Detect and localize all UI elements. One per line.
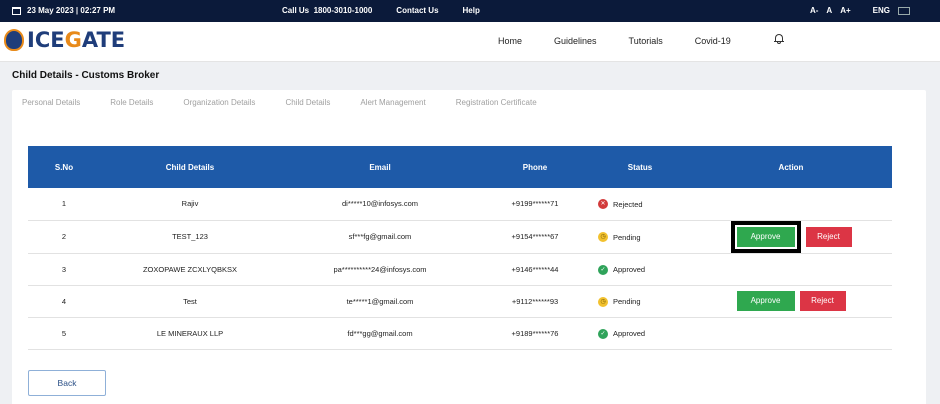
datetime-display: 23 May 2023 | 02:27 PM	[12, 6, 115, 15]
cell-child: Test	[183, 296, 197, 306]
cell-sno: 4	[61, 296, 67, 306]
status-text: Pending	[613, 297, 641, 306]
nav-covid-19[interactable]: Covid-19	[695, 36, 731, 46]
cell-action	[690, 253, 892, 285]
logo-suffix: ATE	[81, 28, 126, 52]
contrast-icon[interactable]	[898, 6, 910, 15]
main-nav: Home Guidelines Tutorials Covid-19	[498, 36, 731, 46]
back-button[interactable]: Back	[28, 370, 106, 396]
font-decrease-button[interactable]: A-	[810, 6, 818, 15]
cell-status: ◷ Pending	[590, 220, 690, 253]
clock-circle-icon: ◷	[598, 232, 608, 242]
approve-button-highlight: Approve	[730, 220, 801, 253]
step-tabs: Personal Details Role Details Organizati…	[22, 98, 537, 107]
calendar-icon	[12, 6, 21, 15]
tab-registration-certificate[interactable]: Registration Certificate	[456, 98, 537, 107]
cell-phone: +9189******76	[511, 328, 559, 338]
top-bar: 23 May 2023 | 02:27 PM Call Us 1800-3010…	[0, 0, 940, 22]
cell-action: Approve Reject	[690, 285, 892, 317]
table-row: 5 LE MINERAUX LLP fd***gg@gmail.com +918…	[28, 317, 892, 349]
icegate-logo[interactable]: ICEGATE	[4, 28, 125, 52]
nav-tutorials[interactable]: Tutorials	[629, 36, 663, 46]
cell-status: ✓ Approved	[590, 317, 690, 349]
status-text: Approved	[613, 329, 646, 338]
col-phone: Phone	[522, 162, 548, 172]
logo-prefix: ICE	[27, 28, 65, 52]
cell-phone: +9112******93	[511, 296, 559, 306]
cell-sno: 1	[61, 199, 67, 209]
tab-alert-management[interactable]: Alert Management	[360, 98, 425, 107]
cell-email: pa**********24@infosys.com	[333, 264, 427, 274]
main-header: ICEGATE Home Guidelines Tutorials Covid-…	[0, 22, 940, 62]
help-link[interactable]: Help	[463, 6, 480, 15]
nav-guidelines[interactable]: Guidelines	[554, 36, 597, 46]
cell-phone: +9199******71	[511, 199, 559, 209]
bell-icon[interactable]	[774, 32, 784, 44]
reject-button[interactable]: Reject	[799, 291, 846, 311]
approve-button[interactable]: Approve	[736, 291, 795, 311]
logo-accent: G	[64, 28, 82, 52]
check-circle-icon: ✓	[598, 264, 608, 275]
tab-child-details[interactable]: Child Details	[285, 98, 330, 107]
reject-button[interactable]: Reject	[805, 226, 852, 247]
col-action: Action	[778, 162, 804, 172]
cell-action: Approve Reject	[690, 220, 892, 253]
approve-button[interactable]: Approve	[736, 226, 795, 247]
col-status: Status	[627, 162, 653, 172]
font-increase-button[interactable]: A+	[840, 6, 850, 15]
cell-child: TEST_123	[172, 232, 208, 241]
cell-child: LE MINERAUX LLP	[156, 328, 224, 338]
cell-action	[690, 188, 892, 220]
cell-email: di*****10@infosys.com	[342, 199, 418, 209]
cell-child: Rajiv	[181, 199, 199, 209]
content-card: Personal Details Role Details Organizati…	[12, 90, 926, 404]
table-row: 3 ZOXOPAWE ZCXLYQBKSX pa**********24@inf…	[28, 253, 892, 285]
col-sno: S.No	[54, 162, 74, 172]
cell-child: ZOXOPAWE ZCXLYQBKSX	[142, 264, 238, 274]
datetime-text: 23 May 2023 | 02:27 PM	[27, 6, 116, 15]
cell-sno: 5	[61, 328, 67, 338]
cell-status: ✕ Rejected	[590, 188, 690, 220]
cell-sno: 3	[61, 264, 67, 274]
col-email: Email	[369, 162, 391, 172]
cell-email: sf***fg@gmail.com	[348, 232, 412, 241]
table-row: 2 TEST_123 sf***fg@gmail.com +9154******…	[28, 220, 892, 253]
page-title: Child Details - Customs Broker	[12, 70, 160, 81]
call-us-link[interactable]: Call Us 1800-3010-1000	[282, 6, 372, 15]
cell-phone: +9154******67	[511, 232, 559, 241]
cell-email: fd***gg@gmail.com	[347, 328, 413, 338]
font-normal-button[interactable]: A	[826, 6, 832, 15]
tab-organization-details[interactable]: Organization Details	[183, 98, 255, 107]
table-row: 4 Test te*****1@gmail.com +9112******93 …	[28, 285, 892, 317]
status-text: Pending	[613, 232, 641, 242]
cell-email: te*****1@gmail.com	[346, 296, 414, 306]
status-text: Approved	[613, 265, 646, 274]
logo-text: ICEGATE	[27, 28, 125, 52]
status-text: Rejected	[613, 199, 643, 209]
contact-us-link[interactable]: Contact Us	[396, 6, 438, 15]
cell-sno: 2	[61, 232, 67, 241]
close-circle-icon: ✕	[598, 199, 608, 210]
call-us-number: 1800-3010-1000	[313, 6, 373, 15]
tab-personal-details[interactable]: Personal Details	[22, 98, 80, 107]
child-details-table: S.No Child Details Email Phone Status Ac…	[28, 146, 892, 350]
emblem-icon	[4, 29, 24, 51]
col-child-details: Child Details	[165, 162, 215, 172]
check-circle-icon: ✓	[598, 328, 608, 339]
tab-role-details[interactable]: Role Details	[110, 98, 153, 107]
cell-status: ✓ Approved	[590, 253, 690, 285]
page-content: Child Details - Customs Broker Personal …	[0, 62, 940, 404]
table-header-row: S.No Child Details Email Phone Status Ac…	[28, 146, 892, 188]
language-selector[interactable]: ENG	[873, 6, 890, 15]
cell-status: ◷ Pending	[590, 285, 690, 317]
cell-phone: +9146******44	[511, 264, 559, 274]
clock-circle-icon: ◷	[598, 296, 608, 307]
cell-action	[690, 317, 892, 349]
nav-home[interactable]: Home	[498, 36, 522, 46]
call-us-label: Call Us	[282, 6, 310, 15]
table-row: 1 Rajiv di*****10@infosys.com +9199*****…	[28, 188, 892, 220]
